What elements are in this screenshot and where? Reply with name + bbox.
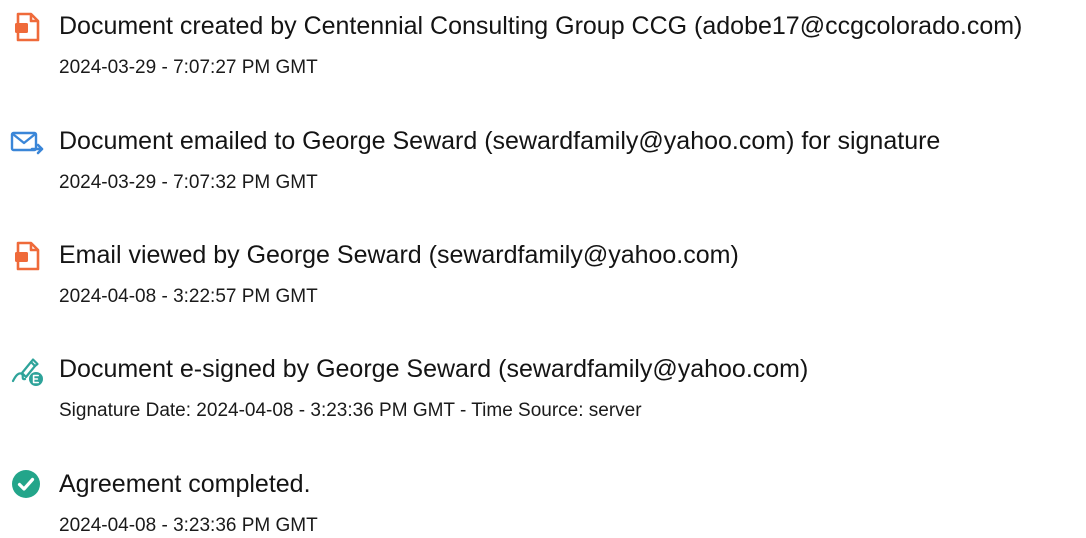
email-sent-icon bbox=[10, 125, 44, 159]
audit-event-document-created: Document created by Centennial Consultin… bbox=[0, 0, 1086, 80]
event-title: Document e-signed by George Seward (sewa… bbox=[59, 355, 809, 383]
event-title: Document emailed to George Seward (sewar… bbox=[59, 127, 941, 155]
event-timestamp: 2024-04-08 - 3:23:36 PM GMT bbox=[59, 515, 318, 536]
audit-event-agreement-completed: Agreement completed. 2024-04-08 - 3:23:3… bbox=[0, 458, 1086, 538]
audit-event-email-viewed: Email viewed by George Seward (sewardfam… bbox=[0, 229, 1086, 309]
audit-event-document-esigned: Document e-signed by George Seward (sewa… bbox=[0, 343, 1086, 423]
event-title: Document created by Centennial Consultin… bbox=[59, 12, 1023, 40]
event-timestamp: 2024-03-29 - 7:07:32 PM GMT bbox=[59, 172, 318, 193]
esign-icon bbox=[10, 353, 44, 387]
checkmark-circle-icon bbox=[10, 468, 44, 502]
audit-event-document-emailed: Document emailed to George Seward (sewar… bbox=[0, 115, 1086, 195]
event-title: Email viewed by George Seward (sewardfam… bbox=[59, 241, 739, 269]
event-timestamp: 2024-03-29 - 7:07:27 PM GMT bbox=[59, 57, 318, 78]
document-icon bbox=[10, 10, 44, 44]
event-signature-date: Signature Date: 2024-04-08 - 3:23:36 PM … bbox=[59, 400, 642, 421]
event-timestamp: 2024-04-08 - 3:22:57 PM GMT bbox=[59, 286, 318, 307]
event-title: Agreement completed. bbox=[59, 470, 311, 498]
document-icon bbox=[10, 239, 44, 273]
